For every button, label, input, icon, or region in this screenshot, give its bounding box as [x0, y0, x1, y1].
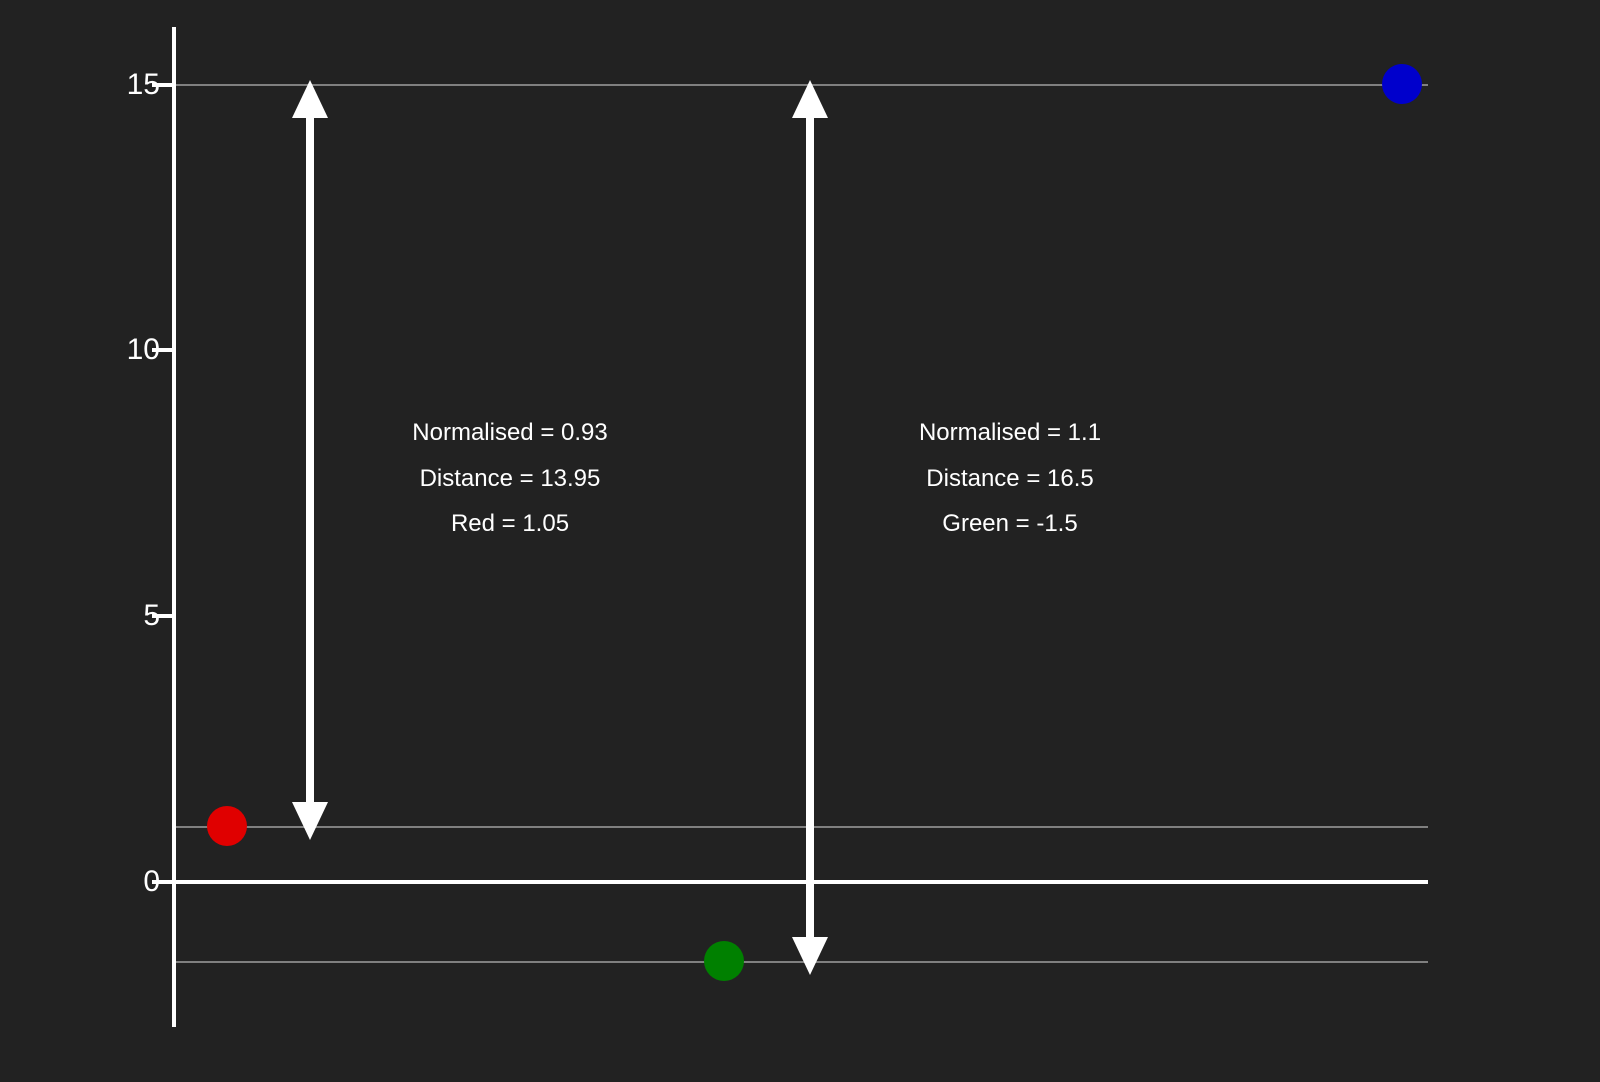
- chart: 0 5 10 15 Normalised = 0.93 Distance = 1…: [0, 0, 1600, 1082]
- y-tick-label-0: 0: [20, 865, 160, 899]
- annotation-green-distance: Distance = 16.5: [880, 456, 1140, 502]
- red-dot: [207, 806, 247, 846]
- blue-dot: [1382, 64, 1422, 104]
- annotation-green-normalised: Normalised = 1.1: [880, 410, 1140, 456]
- annotation-green: Normalised = 1.1 Distance = 16.5 Green =…: [880, 410, 1140, 547]
- y-axis: [172, 27, 176, 1027]
- y-tick-label-5: 5: [20, 599, 160, 633]
- green-dot: [704, 941, 744, 981]
- arrow-red-to-blue: [280, 80, 340, 840]
- annotation-red: Normalised = 0.93 Distance = 13.95 Red =…: [380, 410, 640, 547]
- y-tick-label-10: 10: [20, 333, 160, 367]
- annotation-red-distance: Distance = 13.95: [380, 456, 640, 502]
- annotation-red-value: Red = 1.05: [380, 501, 640, 547]
- annotation-green-value: Green = -1.5: [880, 501, 1140, 547]
- annotation-red-normalised: Normalised = 0.93: [380, 410, 640, 456]
- y-tick-label-15: 15: [20, 68, 160, 102]
- arrow-green-to-blue: [780, 80, 840, 975]
